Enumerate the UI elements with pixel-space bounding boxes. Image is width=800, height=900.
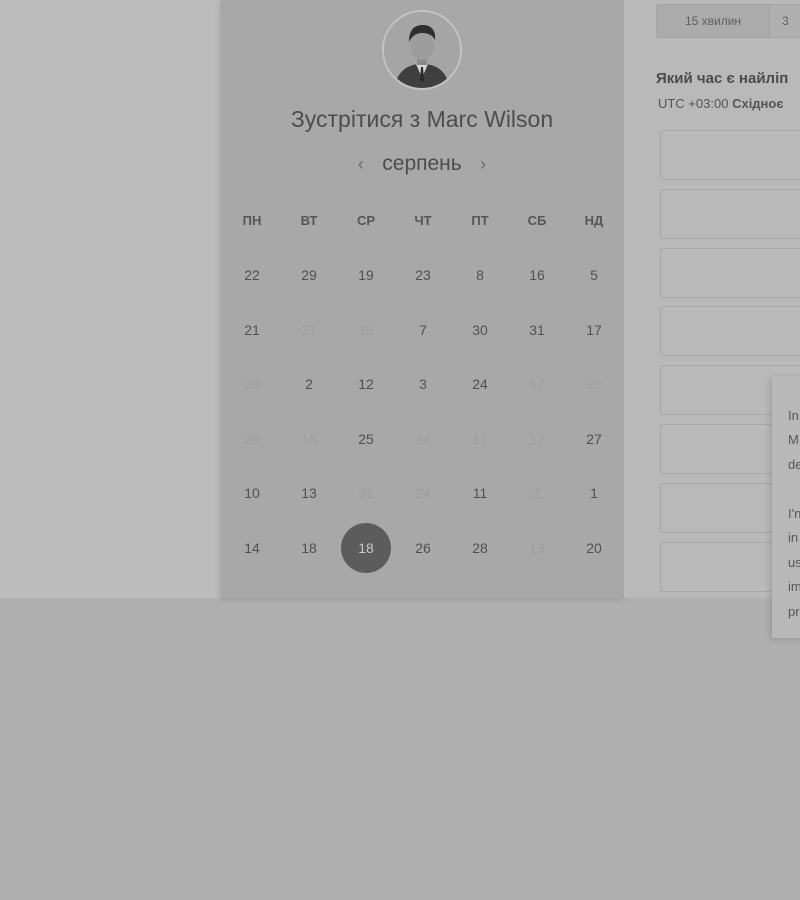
calendar-day: 17 (529, 431, 545, 447)
popup-text-line: de (788, 457, 800, 472)
calendar-day: 19 (358, 322, 374, 338)
info-popup: In Mde I'n in us im pr (772, 376, 800, 638)
calendar-day: 22 (586, 376, 602, 392)
calendar-day[interactable]: 12 (346, 372, 386, 396)
timezone-line[interactable]: UTC +03:00 Східноє (658, 96, 784, 111)
calendar-day[interactable]: 7 (403, 318, 443, 342)
calendar-day: 14 (415, 431, 431, 447)
calendar-day[interactable]: 11 (460, 481, 500, 505)
duration-tab-15-min[interactable]: 15 хвилин (657, 5, 770, 37)
meeting-title-prefix: Зустрітися з (290, 106, 421, 132)
time-slot[interactable] (660, 189, 800, 239)
calendar-day[interactable]: 21 (232, 318, 272, 342)
popup-text-line: I'n (788, 506, 800, 521)
weekday-label: НД (584, 213, 604, 228)
calendar-day: 17 (472, 431, 488, 447)
calendar-day[interactable]: 18 (289, 536, 329, 560)
weekday-label: СБ (527, 213, 547, 228)
weekday-label: СР (356, 213, 376, 228)
calendar-day: 20 (244, 376, 260, 392)
time-question-heading: Який час є найліп (656, 70, 789, 87)
popup-text-line: im (788, 579, 800, 594)
popup-text-line: In (788, 408, 799, 423)
time-slot[interactable] (660, 248, 800, 298)
popup-text-line: in (788, 530, 799, 545)
popup-text-line: M (788, 432, 799, 447)
weekday-label: ЧТ (414, 213, 432, 228)
calendar-day[interactable]: 27 (574, 427, 614, 451)
weekday-label: ПН (242, 213, 262, 228)
calendar-day: 27 (301, 322, 317, 338)
weekday-label: ВТ (300, 213, 318, 228)
calendar-day: 31 (358, 485, 374, 501)
calendar-day[interactable]: 2 (289, 372, 329, 396)
page-footer-area (0, 598, 800, 900)
calendar-day: 17 (529, 376, 545, 392)
duration-tabs: 15 хвилин 3 (656, 4, 800, 38)
calendar-day[interactable]: 8 (460, 263, 500, 287)
calendar-day: 13 (529, 540, 545, 556)
calendar-day[interactable]: 19 (346, 263, 386, 287)
calendar-day[interactable]: 23 (403, 263, 443, 287)
calendar-day: 24 (415, 485, 431, 501)
weekday-label: ПТ (471, 213, 489, 228)
time-slot[interactable] (660, 306, 800, 356)
popup-text-line: us (788, 555, 800, 570)
calendar-day[interactable]: 3 (403, 372, 443, 396)
calendar-day[interactable]: 10 (232, 481, 272, 505)
month-navigation: ‹ серпень › (220, 152, 624, 182)
calendar-day[interactable]: 13 (289, 481, 329, 505)
calendar-day[interactable]: 24 (460, 372, 500, 396)
calendar-day[interactable]: 28 (460, 536, 500, 560)
calendar-day[interactable]: 14 (232, 536, 272, 560)
next-month-chevron-icon[interactable]: › (480, 154, 486, 175)
calendar-day: 2 (533, 485, 541, 501)
popup-text-line: pr (788, 604, 800, 619)
calendar-day[interactable]: 26 (403, 536, 443, 560)
calendar-day[interactable]: 5 (574, 263, 614, 287)
calendar-day: 28 (244, 431, 260, 447)
calendar-day[interactable]: 22 (232, 263, 272, 287)
calendar-day[interactable]: 1 (574, 481, 614, 505)
calendar-day[interactable]: 30 (460, 318, 500, 342)
calendar-day[interactable]: 29 (289, 263, 329, 287)
calendar-day[interactable]: 20 (574, 536, 614, 560)
calendar-day[interactable]: 16 (517, 263, 557, 287)
prev-month-chevron-icon[interactable]: ‹ (358, 154, 364, 175)
month-label: серпень (382, 152, 462, 175)
person-photo-icon (384, 12, 460, 88)
timezone-name: Східноє (732, 96, 784, 111)
calendar-day[interactable]: 17 (574, 318, 614, 342)
duration-tab-next[interactable]: 3 (770, 5, 800, 37)
calendar-day[interactable]: 25 (346, 427, 386, 451)
timezone-offset: UTC +03:00 (658, 96, 729, 111)
meeting-title: Зустрітися з Marc Wilson (220, 106, 624, 133)
host-avatar (382, 10, 462, 90)
calendar-day[interactable]: 31 (517, 318, 557, 342)
calendar-day-selected[interactable]: 18 (341, 523, 391, 573)
calendar-day: 18 (301, 431, 317, 447)
time-slot[interactable] (660, 130, 800, 180)
host-name: Marc Wilson (426, 106, 554, 132)
